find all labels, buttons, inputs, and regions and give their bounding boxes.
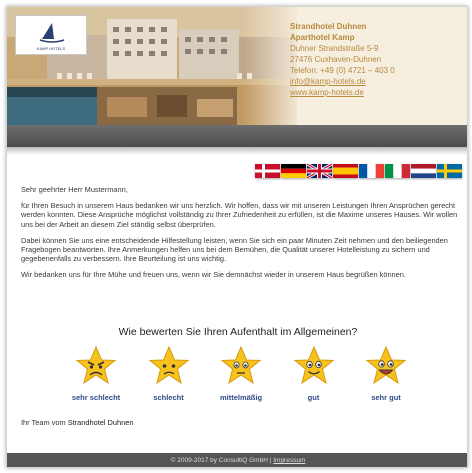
rating-label: sehr schlecht bbox=[71, 393, 121, 402]
rating-neutral[interactable]: mittelmäßig bbox=[206, 345, 276, 402]
paragraph-3: Wir bedanken uns für Ihre Mühe und freue… bbox=[21, 270, 406, 280]
logo-text: KAMP HOTELS bbox=[36, 46, 66, 51]
phone: Telefon: +49 (0) 4721 – 403 0 bbox=[290, 66, 395, 75]
rating-question: Wie bewerten Sie Ihren Aufenthalt im All… bbox=[118, 326, 358, 338]
footer: © 2009-2017 by ConsultiQ GmbH | Impressu… bbox=[7, 453, 467, 467]
email-link[interactable]: info@kamp-hotels.de bbox=[290, 76, 465, 87]
rating-label: sehr gut bbox=[371, 393, 401, 402]
city: 27476 Cuxhaven-Duhnen bbox=[290, 55, 382, 64]
rating-label: mittelmäßig bbox=[219, 393, 263, 402]
rating-label: schlecht bbox=[153, 393, 184, 402]
contact-block: Strandhotel Duhnen Aparthotel Kamp Duhne… bbox=[290, 21, 465, 98]
paragraph-2: Dabei können Sie uns eine entscheidende … bbox=[21, 235, 448, 264]
star-very-happy-icon bbox=[365, 345, 407, 385]
imprint-link[interactable]: Impressum bbox=[273, 457, 305, 464]
flag-denmark-icon[interactable] bbox=[255, 164, 280, 178]
rating-label: gut bbox=[307, 393, 320, 402]
flag-sweden-icon[interactable] bbox=[437, 164, 462, 178]
rating-good[interactable]: gut bbox=[279, 345, 349, 402]
header: KAMP HOTELS Strandhotel Duhnen Aparthote… bbox=[7, 7, 467, 125]
star-sad-icon bbox=[148, 345, 189, 385]
street: Duhner Strandstraße 5-9 bbox=[290, 44, 379, 53]
paragraph-1: für Ihren Besuch in unserem Haus bedanke… bbox=[21, 201, 458, 229]
rating-options: sehr schlecht schlecht mittelmäßig gut s… bbox=[61, 345, 421, 402]
letter-body: Sehr geehrter Herr Mustermann, für Ihren… bbox=[21, 185, 461, 287]
flag-italy-icon[interactable] bbox=[385, 164, 410, 178]
rating-bad[interactable]: schlecht bbox=[134, 345, 204, 402]
flag-france-icon[interactable] bbox=[359, 164, 384, 178]
star-happy-icon bbox=[293, 345, 334, 385]
hotel-name-2: Aparthotel Kamp bbox=[290, 33, 355, 42]
star-neutral-icon bbox=[220, 345, 262, 385]
signoff-hotel: Strandhotel Duhnen bbox=[67, 418, 134, 427]
copyright: © 2009-2017 by ConsultiQ GmbH | bbox=[170, 457, 272, 464]
signoff: Ihr Team vom Strandhotel Duhnen bbox=[21, 418, 133, 427]
rating-very-good[interactable]: sehr gut bbox=[351, 345, 421, 402]
flag-spain-icon[interactable] bbox=[333, 164, 358, 178]
website-link[interactable]: www.kamp-hotels.de bbox=[290, 87, 465, 98]
star-very-angry-icon bbox=[75, 345, 117, 385]
flag-netherlands-icon[interactable] bbox=[411, 164, 436, 178]
header-bar bbox=[7, 125, 467, 147]
logo-sail-icon bbox=[39, 23, 65, 43]
rating-very-bad[interactable]: sehr schlecht bbox=[61, 345, 131, 402]
hotel-logo: KAMP HOTELS bbox=[15, 15, 87, 55]
flag-uk-icon[interactable] bbox=[307, 164, 332, 178]
email-frame: KAMP HOTELS Strandhotel Duhnen Aparthote… bbox=[6, 6, 468, 468]
salutation: Sehr geehrter Herr Mustermann, bbox=[21, 185, 128, 194]
language-flags bbox=[255, 164, 462, 178]
flag-germany-icon[interactable] bbox=[281, 164, 306, 178]
signoff-prefix: Ihr Team vom bbox=[21, 418, 66, 427]
hotel-name-1: Strandhotel Duhnen bbox=[290, 22, 367, 31]
